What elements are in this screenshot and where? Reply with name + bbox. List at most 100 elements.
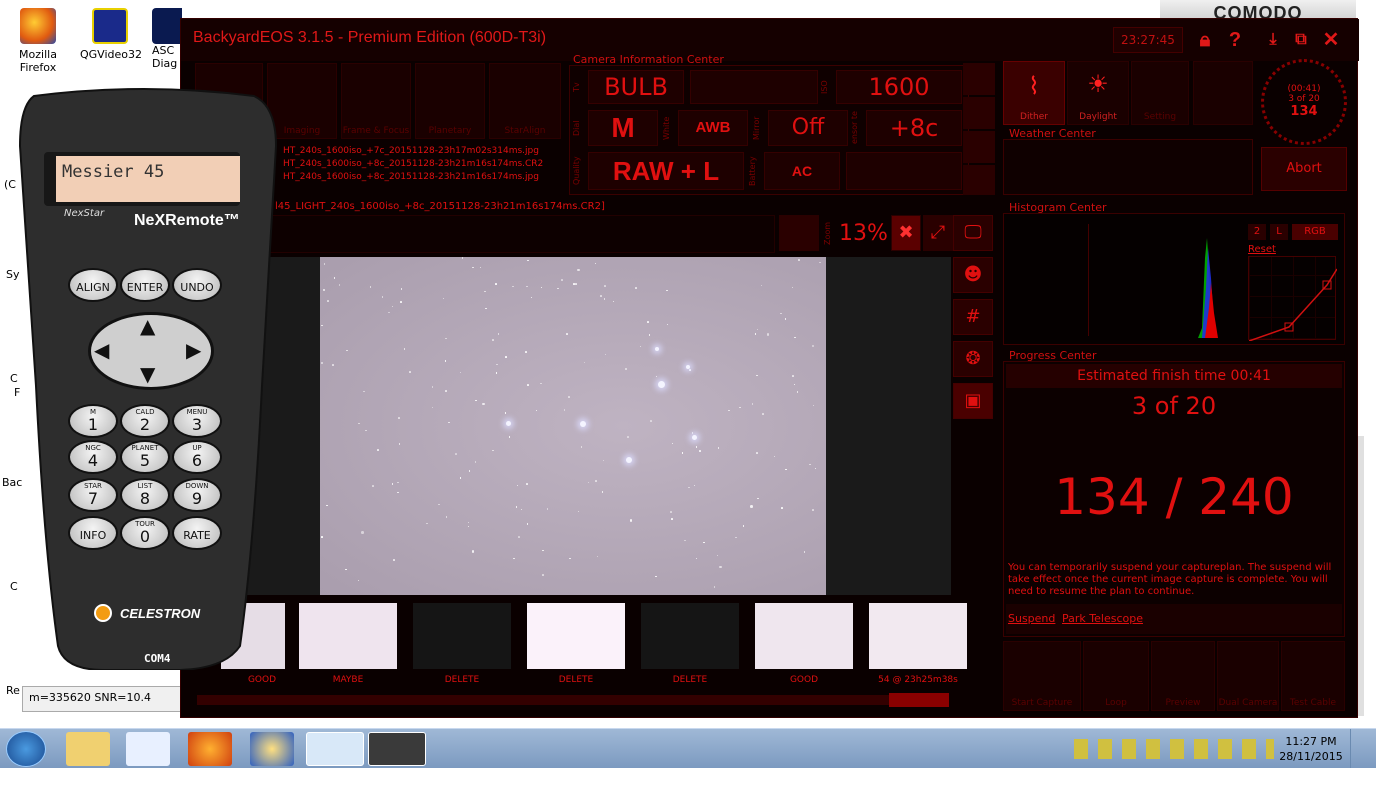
suspend-link[interactable]: Suspend xyxy=(1008,612,1055,625)
star xyxy=(766,333,770,336)
keypad-key[interactable]: NGC 4 xyxy=(68,440,118,474)
image-icon[interactable]: ▣ xyxy=(953,383,993,419)
arrow-right-icon[interactable]: ▶ xyxy=(186,338,201,362)
dual-camera-button[interactable]: Dual Camera xyxy=(1217,641,1279,711)
mode-tile-staralign[interactable]: StarAlign xyxy=(489,63,561,139)
white-balance-value[interactable]: AWB xyxy=(678,110,748,146)
star xyxy=(803,551,806,553)
mirror-value[interactable]: Off xyxy=(768,110,848,146)
thumbnail[interactable] xyxy=(755,603,853,669)
daylight-button[interactable]: ☀ Daylight xyxy=(1067,61,1129,125)
keypad-key[interactable]: ENTER xyxy=(120,268,170,302)
abort-button[interactable]: Abort xyxy=(1261,147,1347,191)
sphere-icon[interactable]: ❂ xyxy=(953,341,993,377)
face-icon[interactable]: ☻ xyxy=(953,257,993,293)
restore-icon[interactable]: ⧉ xyxy=(1289,27,1313,53)
keypad-key[interactable]: PLANET 5 xyxy=(120,440,170,474)
zoom-fit-icon[interactable]: ✖ xyxy=(891,215,921,251)
mode-tile-planetary[interactable]: Planetary xyxy=(415,63,485,139)
thumbnail[interactable] xyxy=(299,603,397,669)
histogram-zoom-button[interactable]: 2 xyxy=(1248,224,1266,240)
star xyxy=(444,360,447,362)
desktop-icon-label: Firefox xyxy=(19,61,57,74)
shutter-slider[interactable] xyxy=(690,70,818,104)
lock-icon[interactable]: 🔒︎ xyxy=(1193,27,1217,53)
keypad-key[interactable]: CALD 2 xyxy=(120,404,170,438)
reset-100-icon[interactable] xyxy=(779,215,819,251)
test-cable-button[interactable]: Test Cable xyxy=(1281,641,1345,711)
keypad-key[interactable]: RATE xyxy=(172,516,222,550)
park-telescope-link[interactable]: Park Telescope xyxy=(1062,612,1143,625)
monitor-icon[interactable]: 🖵︎ xyxy=(953,215,993,251)
timeline-thumb[interactable] xyxy=(889,693,949,707)
iso-value[interactable]: 1600 xyxy=(836,70,962,104)
close-icon[interactable]: ✕ xyxy=(1319,27,1343,53)
keypad-key[interactable]: UP 6 xyxy=(172,440,222,474)
image-viewport[interactable] xyxy=(245,257,951,595)
thumbnail[interactable] xyxy=(527,603,625,669)
desktop-icon-qgvideo[interactable]: QGVideo32 xyxy=(80,8,142,61)
grid-icon[interactable]: # xyxy=(953,299,993,335)
help-icon[interactable]: ? xyxy=(1223,27,1247,53)
camera-icon[interactable] xyxy=(963,63,995,95)
dial-mode-value[interactable]: M xyxy=(588,110,658,146)
start-button[interactable] xyxy=(6,731,46,767)
histogram-reset-link[interactable]: Reset xyxy=(1248,244,1276,255)
arrow-up-icon[interactable]: ▲ xyxy=(140,314,155,338)
direction-pad[interactable]: ▲ ▼ ◀ ▶ xyxy=(88,312,214,390)
star xyxy=(381,296,384,298)
keypad-key[interactable]: MENU 3 xyxy=(172,404,222,438)
star xyxy=(527,384,529,386)
start-capture-button[interactable]: Start Capture xyxy=(1003,641,1081,711)
show-desktop-button[interactable] xyxy=(1350,729,1364,769)
desktop-icon-firefox[interactable]: Mozilla Firefox xyxy=(8,8,68,74)
star xyxy=(791,286,794,289)
keypad-key[interactable]: TOUR 0 xyxy=(120,516,170,550)
backyardeos-taskbar-icon[interactable] xyxy=(368,732,426,766)
loop-button[interactable]: Loop xyxy=(1083,641,1149,711)
download-icon[interactable]: ⤓ xyxy=(1261,27,1285,53)
dither-button[interactable]: ⌇ Dither xyxy=(1003,61,1065,125)
shutter-value[interactable]: BULB xyxy=(588,70,684,104)
star xyxy=(666,289,668,292)
telescope-icon[interactable] xyxy=(963,165,995,195)
timeline-bar[interactable] xyxy=(197,695,949,705)
quality-value[interactable]: RAW + L xyxy=(588,152,744,190)
arrow-left-icon[interactable]: ◀ xyxy=(94,338,109,362)
mode-tile-frame-focus[interactable]: Frame & Focus xyxy=(341,63,411,139)
setting-button[interactable]: Setting xyxy=(1131,61,1189,125)
keypad-key[interactable]: UNDO xyxy=(172,268,222,302)
histogram-rgb-button[interactable]: RGB xyxy=(1292,224,1338,240)
media-player-icon[interactable] xyxy=(126,732,170,766)
star xyxy=(472,266,474,269)
thumbnail[interactable] xyxy=(641,603,739,669)
preview-button[interactable]: Preview xyxy=(1151,641,1215,711)
desktop-icon-asc[interactable]: ASC Diag xyxy=(152,8,182,70)
firefox-taskbar-icon[interactable] xyxy=(188,732,232,766)
globe-icon[interactable] xyxy=(963,131,995,163)
star xyxy=(757,497,759,500)
zoom-expand-icon[interactable]: ⤢ xyxy=(923,215,953,251)
mode-tile-label: Frame & Focus xyxy=(342,126,410,136)
keypad-key[interactable]: ALIGN xyxy=(68,268,118,302)
keypad-key[interactable]: INFO xyxy=(68,516,118,550)
tray-clock[interactable]: 11:27 PM 28/11/2015 xyxy=(1276,734,1346,764)
capture-log: HT_240s_1600iso_+7c_20151128-23h17m02s31… xyxy=(283,145,543,184)
keypad-key[interactable]: M1 xyxy=(68,404,118,438)
curve-editor[interactable] xyxy=(1248,256,1338,342)
star xyxy=(431,406,434,409)
arrow-down-icon[interactable]: ▼ xyxy=(140,362,155,386)
thumbnail[interactable] xyxy=(413,603,511,669)
app-taskbar-icon[interactable] xyxy=(250,732,294,766)
keypad-key[interactable]: STAR 7 xyxy=(68,478,118,512)
keypad-key[interactable]: LIST 8 xyxy=(120,478,170,512)
histogram-l-button[interactable]: L xyxy=(1270,224,1288,240)
explorer-icon[interactable] xyxy=(66,732,110,766)
tray-icons[interactable] xyxy=(1074,739,1274,759)
image-toolbar xyxy=(245,215,775,253)
star-icon[interactable] xyxy=(963,97,995,129)
star xyxy=(739,406,741,409)
keypad-key[interactable]: DOWN 9 xyxy=(172,478,222,512)
paint-taskbar-icon[interactable] xyxy=(306,732,364,766)
thumbnail[interactable] xyxy=(869,603,967,669)
